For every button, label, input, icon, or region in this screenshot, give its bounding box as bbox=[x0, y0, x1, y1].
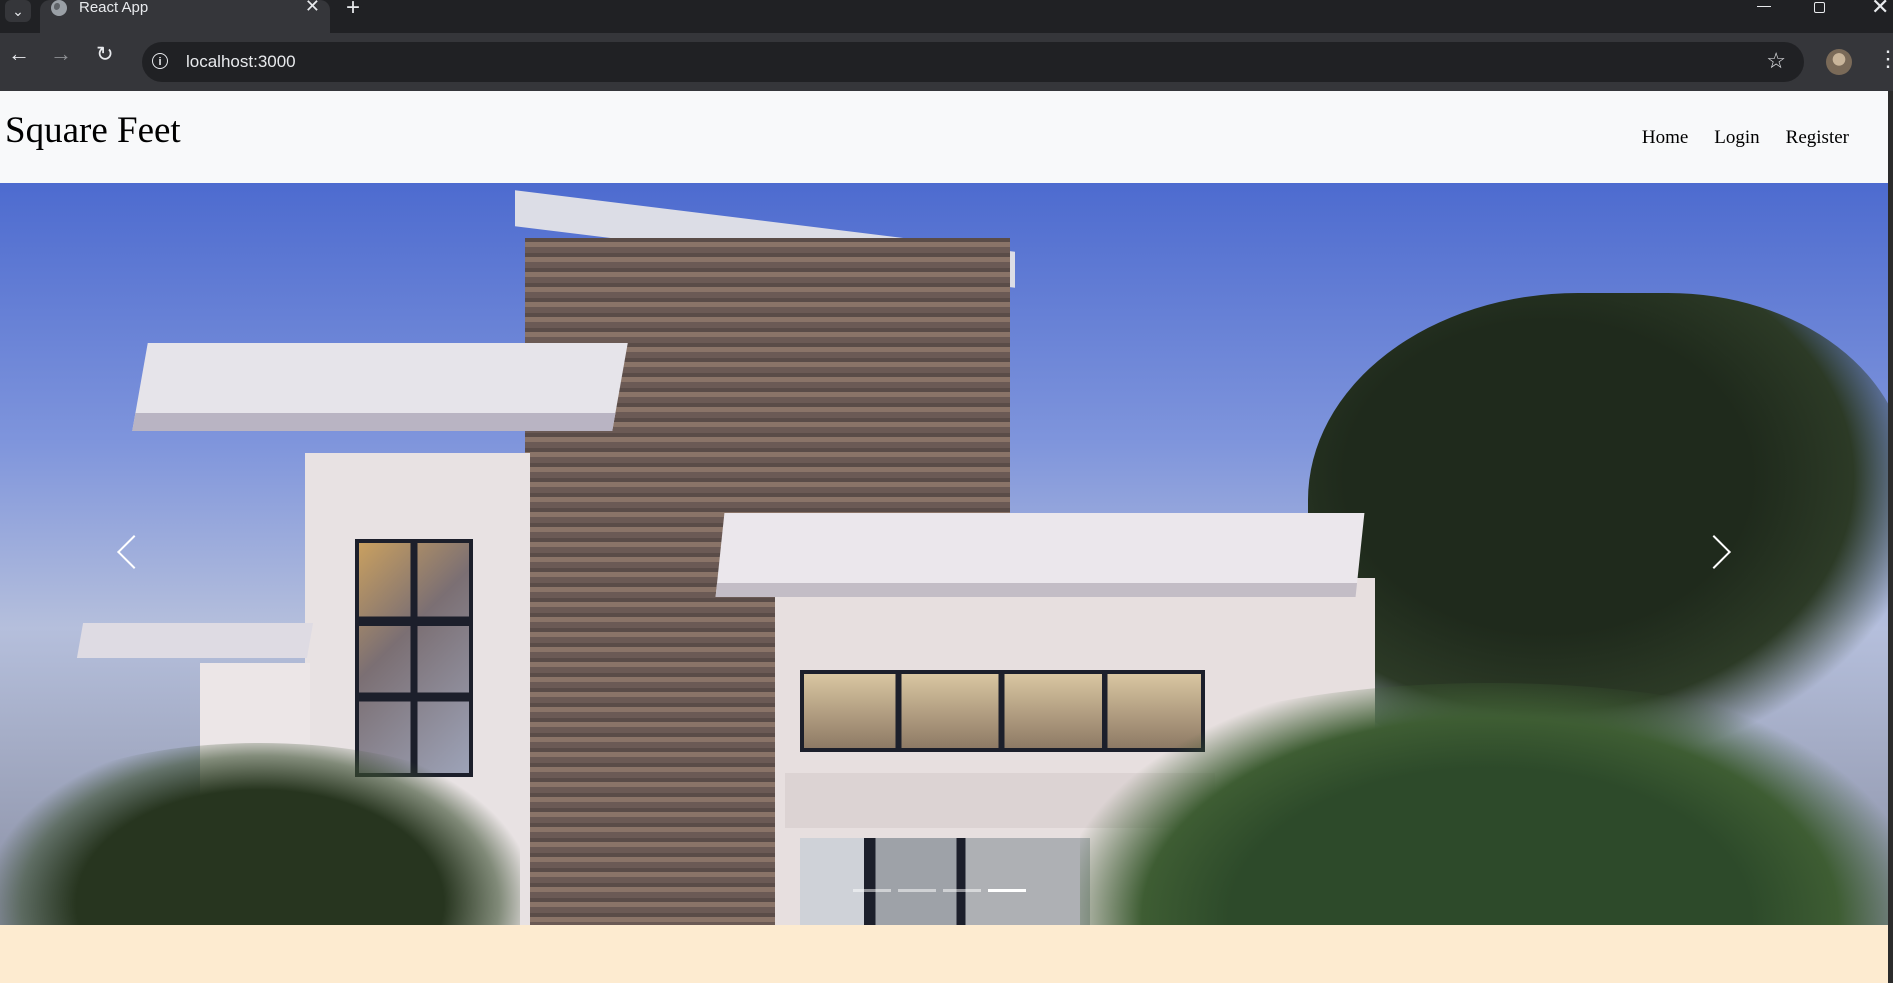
carousel-indicator[interactable] bbox=[853, 889, 891, 892]
globe-icon bbox=[51, 0, 67, 16]
nav-register-link[interactable]: Register bbox=[1786, 127, 1849, 149]
carousel-next-icon[interactable] bbox=[1702, 528, 1742, 578]
bookmark-star-icon[interactable]: ☆ bbox=[1766, 48, 1786, 74]
house-window bbox=[355, 539, 473, 777]
house-roof bbox=[715, 513, 1365, 597]
chevron-down-icon: ⌄ bbox=[12, 3, 24, 19]
site-navbar: Square Feet Home Login Register bbox=[0, 91, 1893, 183]
carousel-indicator[interactable] bbox=[943, 889, 981, 892]
nav-home-link[interactable]: Home bbox=[1642, 127, 1688, 149]
browser-tab-bar: ⌄ React App ✕ + ✕ bbox=[0, 0, 1893, 33]
forward-button[interactable]: → bbox=[50, 41, 72, 67]
address-bar[interactable]: i localhost:3000 ☆ bbox=[142, 42, 1804, 82]
window-close-icon[interactable]: ✕ bbox=[1871, 0, 1889, 20]
tab-close-icon[interactable]: ✕ bbox=[305, 0, 320, 17]
carousel-indicator[interactable] bbox=[898, 889, 936, 892]
house-door bbox=[800, 838, 1090, 925]
browser-tab-active[interactable]: React App ✕ bbox=[40, 0, 330, 33]
url-text[interactable]: localhost:3000 bbox=[186, 52, 296, 72]
house-window bbox=[800, 670, 1205, 752]
back-button[interactable]: ← bbox=[8, 41, 30, 67]
nav-links: Home Login Register bbox=[1642, 127, 1849, 149]
carousel-indicators bbox=[853, 889, 1026, 892]
profile-avatar[interactable] bbox=[1826, 49, 1852, 75]
browser-menu-icon[interactable]: ⋮ bbox=[1877, 46, 1893, 72]
carousel-indicator-active[interactable] bbox=[988, 889, 1026, 892]
hero-carousel bbox=[0, 183, 1888, 925]
tab-search-dropdown-button[interactable]: ⌄ bbox=[5, 0, 31, 22]
brand-logo-text[interactable]: Square Feet bbox=[5, 109, 181, 152]
tree-foliage bbox=[1308, 293, 1888, 753]
browser-toolbar: ← → ↻ i localhost:3000 ☆ ⋮ bbox=[0, 33, 1893, 91]
tab-title: React App bbox=[79, 0, 149, 16]
restore-icon[interactable] bbox=[1814, 2, 1825, 13]
new-tab-button[interactable]: + bbox=[346, 0, 360, 22]
site-info-icon[interactable]: i bbox=[152, 53, 168, 69]
house-roof bbox=[76, 623, 314, 658]
house-roof bbox=[132, 343, 628, 431]
reload-button[interactable]: ↻ bbox=[96, 42, 114, 67]
carousel-prev-icon[interactable] bbox=[112, 528, 152, 578]
page-content-area bbox=[0, 925, 1888, 983]
nav-login-link[interactable]: Login bbox=[1714, 127, 1759, 149]
scrollbar-edge bbox=[1888, 91, 1893, 983]
minimize-icon[interactable] bbox=[1757, 6, 1771, 7]
carousel-slide-image bbox=[0, 183, 1888, 925]
